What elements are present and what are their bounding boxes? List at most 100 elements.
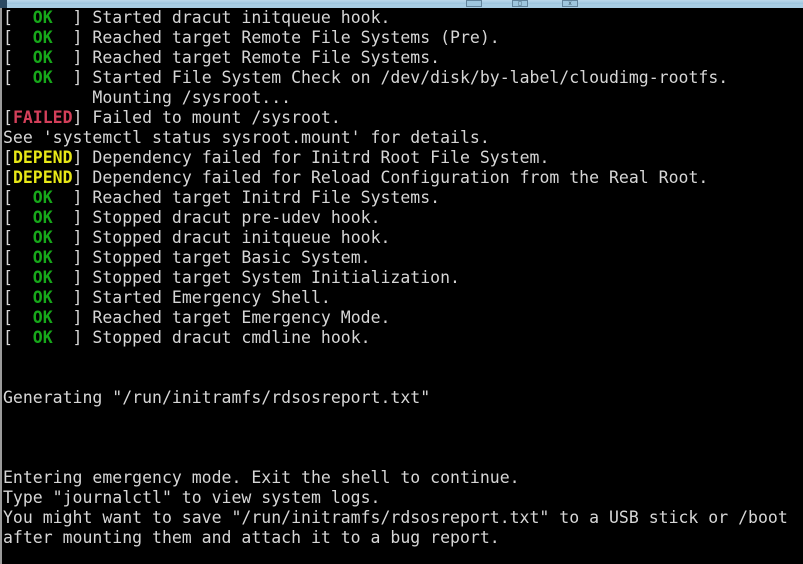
status-message: Started File System Check on /dev/disk/b… bbox=[82, 68, 729, 87]
boot-console-output[interactable]: [ OK ] Started dracut initqueue hook.[ O… bbox=[0, 8, 803, 564]
status-bracket-close: ] bbox=[72, 68, 83, 87]
console-status-line: [ OK ] Stopped target System Initializat… bbox=[0, 268, 803, 288]
window-left-border bbox=[0, 8, 2, 564]
status-message: Stopped target System Initialization. bbox=[82, 268, 460, 287]
console-text: Type "journalctl" to view system logs. bbox=[3, 488, 381, 507]
console-status-line: [ OK ] Stopped dracut initqueue hook. bbox=[0, 228, 803, 248]
status-message: Reached target Emergency Mode. bbox=[82, 308, 391, 327]
console-status-line: [ OK ] Started File System Check on /dev… bbox=[0, 68, 803, 88]
status-message: Dependency failed for Reload Configurati… bbox=[82, 168, 709, 187]
console-text-line: You might want to save "/run/initramfs/r… bbox=[0, 508, 803, 528]
status-bracket-close: ] bbox=[72, 308, 83, 327]
console-text: after mounting them and attach it to a b… bbox=[3, 528, 500, 547]
console-text-line: Mounting /sysroot... bbox=[0, 88, 803, 108]
status-tag-depend: DEPEND bbox=[12, 148, 73, 167]
status-bracket-close: ] bbox=[72, 248, 83, 267]
console-status-line: [DEPEND] Dependency failed for Reload Co… bbox=[0, 168, 803, 188]
console-status-line: [ OK ] Reached target Initrd File System… bbox=[0, 188, 803, 208]
console-text-line: Type "journalctl" to view system logs. bbox=[0, 488, 803, 508]
status-bracket-open: [ bbox=[3, 68, 13, 87]
status-bracket-close: ] bbox=[72, 28, 83, 47]
status-bracket-open: [ bbox=[3, 228, 13, 247]
titlebar-gradient bbox=[0, 0, 803, 4]
console-status-line: [ OK ] Reached target Emergency Mode. bbox=[0, 308, 803, 328]
status-message: Reached target Remote File Systems. bbox=[82, 48, 441, 67]
status-tag-ok: OK bbox=[12, 28, 73, 47]
status-bracket-open: [ bbox=[3, 148, 13, 167]
status-message: Failed to mount /sysroot. bbox=[82, 108, 341, 127]
console-status-line: [ OK ] Started dracut initqueue hook. bbox=[0, 8, 803, 28]
console-text: Generating "/run/initramfs/rdsosreport.t… bbox=[3, 388, 431, 407]
close-button[interactable]: x bbox=[562, 0, 578, 7]
status-bracket-open: [ bbox=[3, 48, 13, 67]
status-message: Reached target Remote File Systems (Pre)… bbox=[82, 28, 500, 47]
status-message: Started dracut initqueue hook. bbox=[82, 8, 391, 27]
terminal-window: _ □ x [ OK ] Started dracut initqueue ho… bbox=[0, 0, 803, 564]
status-tag-ok: OK bbox=[12, 188, 73, 207]
console-text: See 'systemctl status sysroot.mount' for… bbox=[3, 128, 490, 147]
status-bracket-open: [ bbox=[3, 248, 13, 267]
status-tag-ok: OK bbox=[12, 208, 73, 227]
window-icon bbox=[0, 0, 7, 8]
console-status-line: [ OK ] Stopped target Basic System. bbox=[0, 248, 803, 268]
status-tag-depend: DEPEND bbox=[12, 168, 73, 187]
console-text-line: See 'systemctl status sysroot.mount' for… bbox=[0, 128, 803, 148]
status-message: Stopped dracut pre-udev hook. bbox=[82, 208, 381, 227]
status-bracket-open: [ bbox=[3, 308, 13, 327]
status-bracket-open: [ bbox=[3, 188, 13, 207]
status-message: Reached target Initrd File Systems. bbox=[82, 188, 441, 207]
status-bracket-close: ] bbox=[72, 268, 83, 287]
status-bracket-open: [ bbox=[3, 268, 13, 287]
console-text: Mounting /sysroot... bbox=[3, 88, 292, 107]
console-status-line: [ OK ] Stopped dracut pre-udev hook. bbox=[0, 208, 803, 228]
status-bracket-close: ] bbox=[72, 108, 83, 127]
status-message: Stopped target Basic System. bbox=[82, 248, 371, 267]
status-tag-ok: OK bbox=[12, 328, 73, 347]
console-text-line: Generating "/run/initramfs/rdsosreport.t… bbox=[0, 388, 803, 408]
status-tag-ok: OK bbox=[12, 308, 73, 327]
status-tag-ok: OK bbox=[12, 248, 73, 267]
status-message: Stopped dracut initqueue hook. bbox=[82, 228, 391, 247]
status-tag-ok: OK bbox=[12, 48, 73, 67]
status-bracket-open: [ bbox=[3, 108, 13, 127]
status-tag-ok: OK bbox=[12, 68, 73, 87]
console-status-line: [ OK ] Stopped dracut cmdline hook. bbox=[0, 328, 803, 348]
status-bracket-open: [ bbox=[3, 208, 13, 227]
status-bracket-close: ] bbox=[72, 8, 83, 27]
status-bracket-close: ] bbox=[72, 228, 83, 247]
status-message: Stopped dracut cmdline hook. bbox=[82, 328, 371, 347]
console-text-line: Entering emergency mode. Exit the shell … bbox=[0, 468, 803, 488]
console-text-line: after mounting them and attach it to a b… bbox=[0, 528, 803, 548]
minimize-button[interactable]: _ bbox=[466, 0, 482, 7]
status-bracket-close: ] bbox=[72, 208, 83, 227]
status-bracket-open: [ bbox=[3, 8, 13, 27]
console-status-line: [FAILED] Failed to mount /sysroot. bbox=[0, 108, 803, 128]
status-bracket-close: ] bbox=[72, 148, 83, 167]
status-tag-ok: OK bbox=[12, 288, 73, 307]
status-bracket-close: ] bbox=[72, 48, 83, 67]
status-tag-ok: OK bbox=[12, 228, 73, 247]
status-bracket-open: [ bbox=[3, 328, 13, 347]
status-bracket-close: ] bbox=[72, 168, 83, 187]
console-status-line: [ OK ] Started Emergency Shell. bbox=[0, 288, 803, 308]
console-text: Entering emergency mode. Exit the shell … bbox=[3, 468, 520, 487]
status-bracket-close: ] bbox=[72, 328, 83, 347]
status-bracket-open: [ bbox=[3, 28, 13, 47]
status-bracket-open: [ bbox=[3, 168, 13, 187]
status-tag-ok: OK bbox=[12, 8, 73, 27]
console-text: You might want to save "/run/initramfs/r… bbox=[3, 508, 788, 527]
maximize-button[interactable]: □ bbox=[512, 0, 528, 7]
window-titlebar: _ □ x bbox=[0, 0, 803, 8]
status-tag-failed: FAILED bbox=[12, 108, 73, 127]
console-status-line: [ OK ] Reached target Remote File System… bbox=[0, 48, 803, 68]
status-tag-ok: OK bbox=[12, 268, 73, 287]
console-status-line: [DEPEND] Dependency failed for Initrd Ro… bbox=[0, 148, 803, 168]
status-message: Dependency failed for Initrd Root File S… bbox=[82, 148, 550, 167]
status-bracket-close: ] bbox=[72, 188, 83, 207]
status-bracket-close: ] bbox=[72, 288, 83, 307]
